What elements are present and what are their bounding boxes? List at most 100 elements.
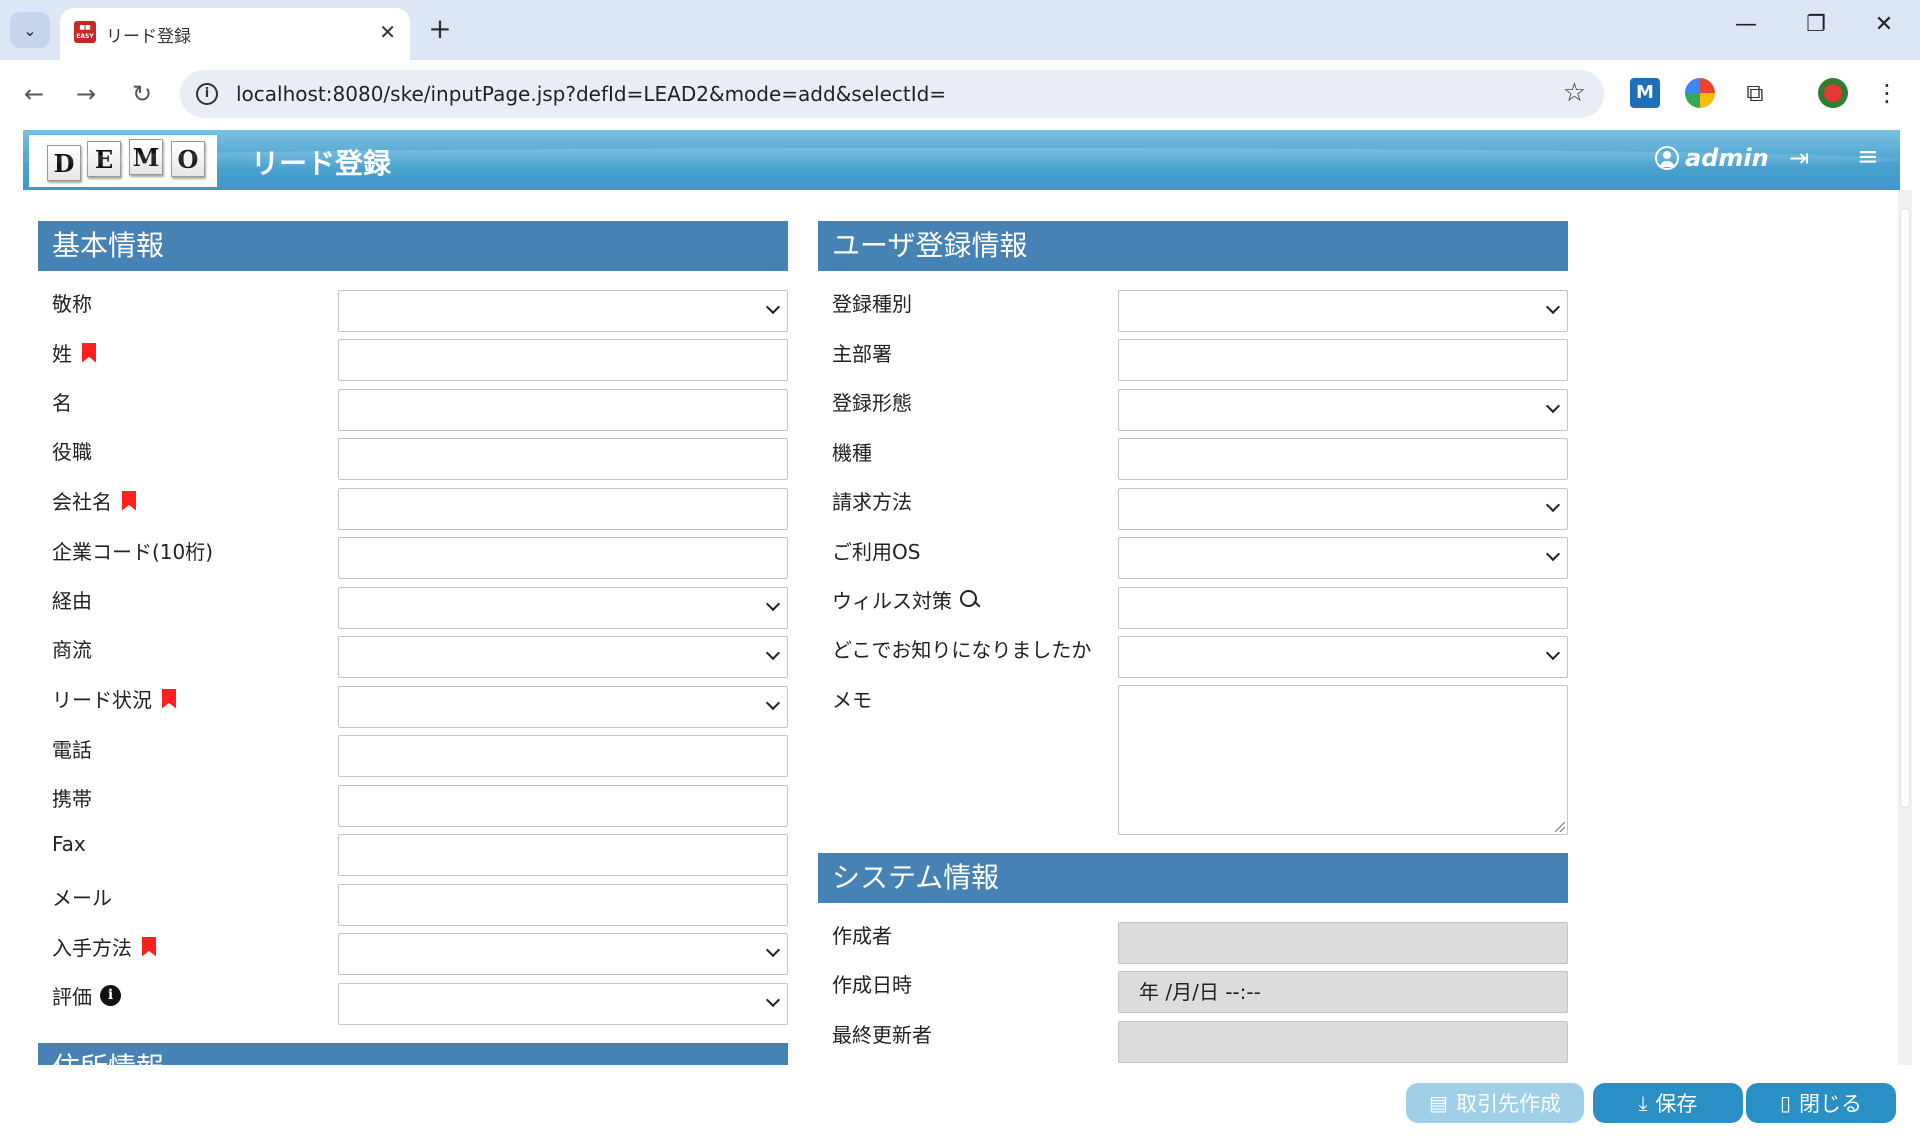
input-main-dept[interactable] [1118, 339, 1568, 381]
input-phone[interactable] [338, 735, 788, 777]
label-yakushoku: 役職 [52, 440, 92, 464]
label-keiyu: 経由 [52, 589, 92, 613]
user-icon [1655, 146, 1679, 170]
logo-tile: M [129, 139, 163, 175]
browser-toolbar: ← → ↻ i localhost:8080/ske/inputPage.jsp… [0, 60, 1920, 128]
extension-m-icon[interactable]: M [1630, 78, 1660, 108]
chevron-down-icon [767, 947, 779, 959]
create-partner-label: 取引先作成 [1455, 1092, 1561, 1116]
bookmark-star-icon[interactable]: ☆ [1563, 78, 1586, 108]
save-button[interactable]: ⤓ 保存 [1593, 1083, 1743, 1123]
label-company: 会社名 [52, 486, 136, 515]
label-phone: 電話 [52, 738, 92, 762]
section-user-reg-header: ユーザ登録情報 [818, 221, 1568, 271]
select-how-known[interactable] [1118, 636, 1568, 678]
search-icon[interactable] [960, 589, 980, 611]
input-yakushoku[interactable] [338, 438, 788, 480]
create-partner-button[interactable]: ▤ 取引先作成 [1406, 1083, 1584, 1123]
tab-search-button[interactable]: ⌄ [10, 12, 50, 48]
address-bar[interactable]: i localhost:8080/ske/inputPage.jsp?defId… [180, 70, 1604, 118]
chevron-down-icon [1547, 650, 1559, 662]
logout-icon[interactable]: ⇥ [1789, 144, 1809, 172]
select-acquisition[interactable] [338, 933, 788, 975]
chevron-down-icon [767, 304, 779, 316]
required-bookmark-icon [122, 490, 136, 511]
label-model: 機種 [832, 441, 872, 465]
extensions-puzzle-icon[interactable]: ⧉ [1740, 78, 1770, 108]
close-tab-icon[interactable]: ✕ [379, 20, 396, 44]
select-lead-status[interactable] [338, 686, 788, 728]
reload-icon[interactable]: ↻ [124, 76, 160, 112]
browser-tab[interactable]: ■■ EASY リード登録 ✕ [60, 8, 410, 60]
chevron-down-icon [767, 997, 779, 1009]
chevron-down-icon [767, 650, 779, 662]
user-name: admin [1685, 144, 1769, 172]
select-rating[interactable] [338, 983, 788, 1025]
label-fax: Fax [52, 832, 86, 856]
select-reg-form[interactable] [1118, 389, 1568, 431]
select-shoryu[interactable] [338, 636, 788, 678]
readonly-created-at: 年 /月/日 --:-- [1118, 971, 1568, 1013]
new-tab-button[interactable]: + [422, 12, 458, 46]
browser-menu-icon[interactable]: ⋮ [1872, 78, 1902, 108]
input-company-code[interactable] [338, 537, 788, 579]
back-icon[interactable]: ← [16, 76, 52, 112]
label-created-at: 作成日時 [832, 973, 912, 997]
label-reg-type: 登録種別 [832, 292, 912, 316]
input-company[interactable] [338, 488, 788, 530]
label-creator: 作成者 [832, 924, 892, 948]
label-mobile: 携帯 [52, 787, 92, 811]
scrollbar-thumb[interactable] [1900, 208, 1910, 808]
required-bookmark-icon [162, 688, 176, 709]
user-menu[interactable]: admin [1655, 144, 1769, 172]
chevron-down-icon [767, 700, 779, 712]
label-keisho: 敬称 [52, 292, 92, 316]
select-keisho[interactable] [338, 290, 788, 332]
resize-grip-icon[interactable] [1555, 822, 1565, 832]
chevron-down-icon [1547, 304, 1559, 316]
label-acquisition: 入手方法 [52, 932, 156, 961]
logo-tile: D [47, 145, 81, 181]
label-sei: 姓 [52, 338, 96, 367]
select-os[interactable] [1118, 537, 1568, 579]
demo-logo[interactable]: D E M O [29, 135, 217, 187]
required-bookmark-icon [142, 936, 156, 957]
select-keiyu[interactable] [338, 587, 788, 629]
label-os: ご利用OS [832, 540, 921, 564]
input-fax[interactable] [338, 834, 788, 876]
input-model[interactable] [1118, 438, 1568, 480]
hamburger-menu-icon[interactable]: ≡ [1857, 142, 1879, 172]
label-last-updater: 最終更新者 [832, 1023, 932, 1047]
input-mobile[interactable] [338, 785, 788, 827]
section-system-header: システム情報 [818, 853, 1568, 903]
forward-icon[interactable]: → [68, 76, 104, 112]
save-label: 保存 [1655, 1092, 1698, 1116]
label-billing: 請求方法 [832, 490, 912, 514]
input-email[interactable] [338, 884, 788, 926]
section-address-header: 住所情報 [38, 1043, 788, 1065]
close-button[interactable]: ▯ 閉じる [1746, 1083, 1896, 1123]
minimize-icon[interactable]: — [1726, 12, 1766, 37]
textarea-memo[interactable] [1118, 685, 1568, 835]
logo-tile: O [171, 141, 205, 177]
chevron-down-icon [1547, 403, 1559, 415]
favicon-icon: ■■ EASY [74, 21, 96, 43]
site-info-icon[interactable]: i [196, 83, 218, 105]
readonly-last-updater [1118, 1021, 1568, 1063]
required-bookmark-icon [82, 342, 96, 363]
input-mei[interactable] [338, 389, 788, 431]
info-icon[interactable]: i [100, 985, 121, 1006]
url-text[interactable]: localhost:8080/ske/inputPage.jsp?defId=L… [236, 82, 946, 106]
close-window-icon[interactable]: ✕ [1864, 12, 1904, 37]
select-reg-type[interactable] [1118, 290, 1568, 332]
tab-title: リード登録 [106, 27, 191, 47]
select-billing[interactable] [1118, 488, 1568, 530]
save-download-icon: ⤓ [1638, 1091, 1648, 1115]
input-sei[interactable] [338, 339, 788, 381]
extension-colorwheel-icon[interactable] [1685, 78, 1715, 108]
input-antivirus[interactable] [1118, 587, 1568, 629]
restore-icon[interactable]: ❐ [1796, 12, 1836, 37]
profile-avatar-icon[interactable] [1818, 78, 1848, 108]
chevron-down-icon [1547, 502, 1559, 514]
id-card-icon: ▤ [1429, 1091, 1448, 1115]
